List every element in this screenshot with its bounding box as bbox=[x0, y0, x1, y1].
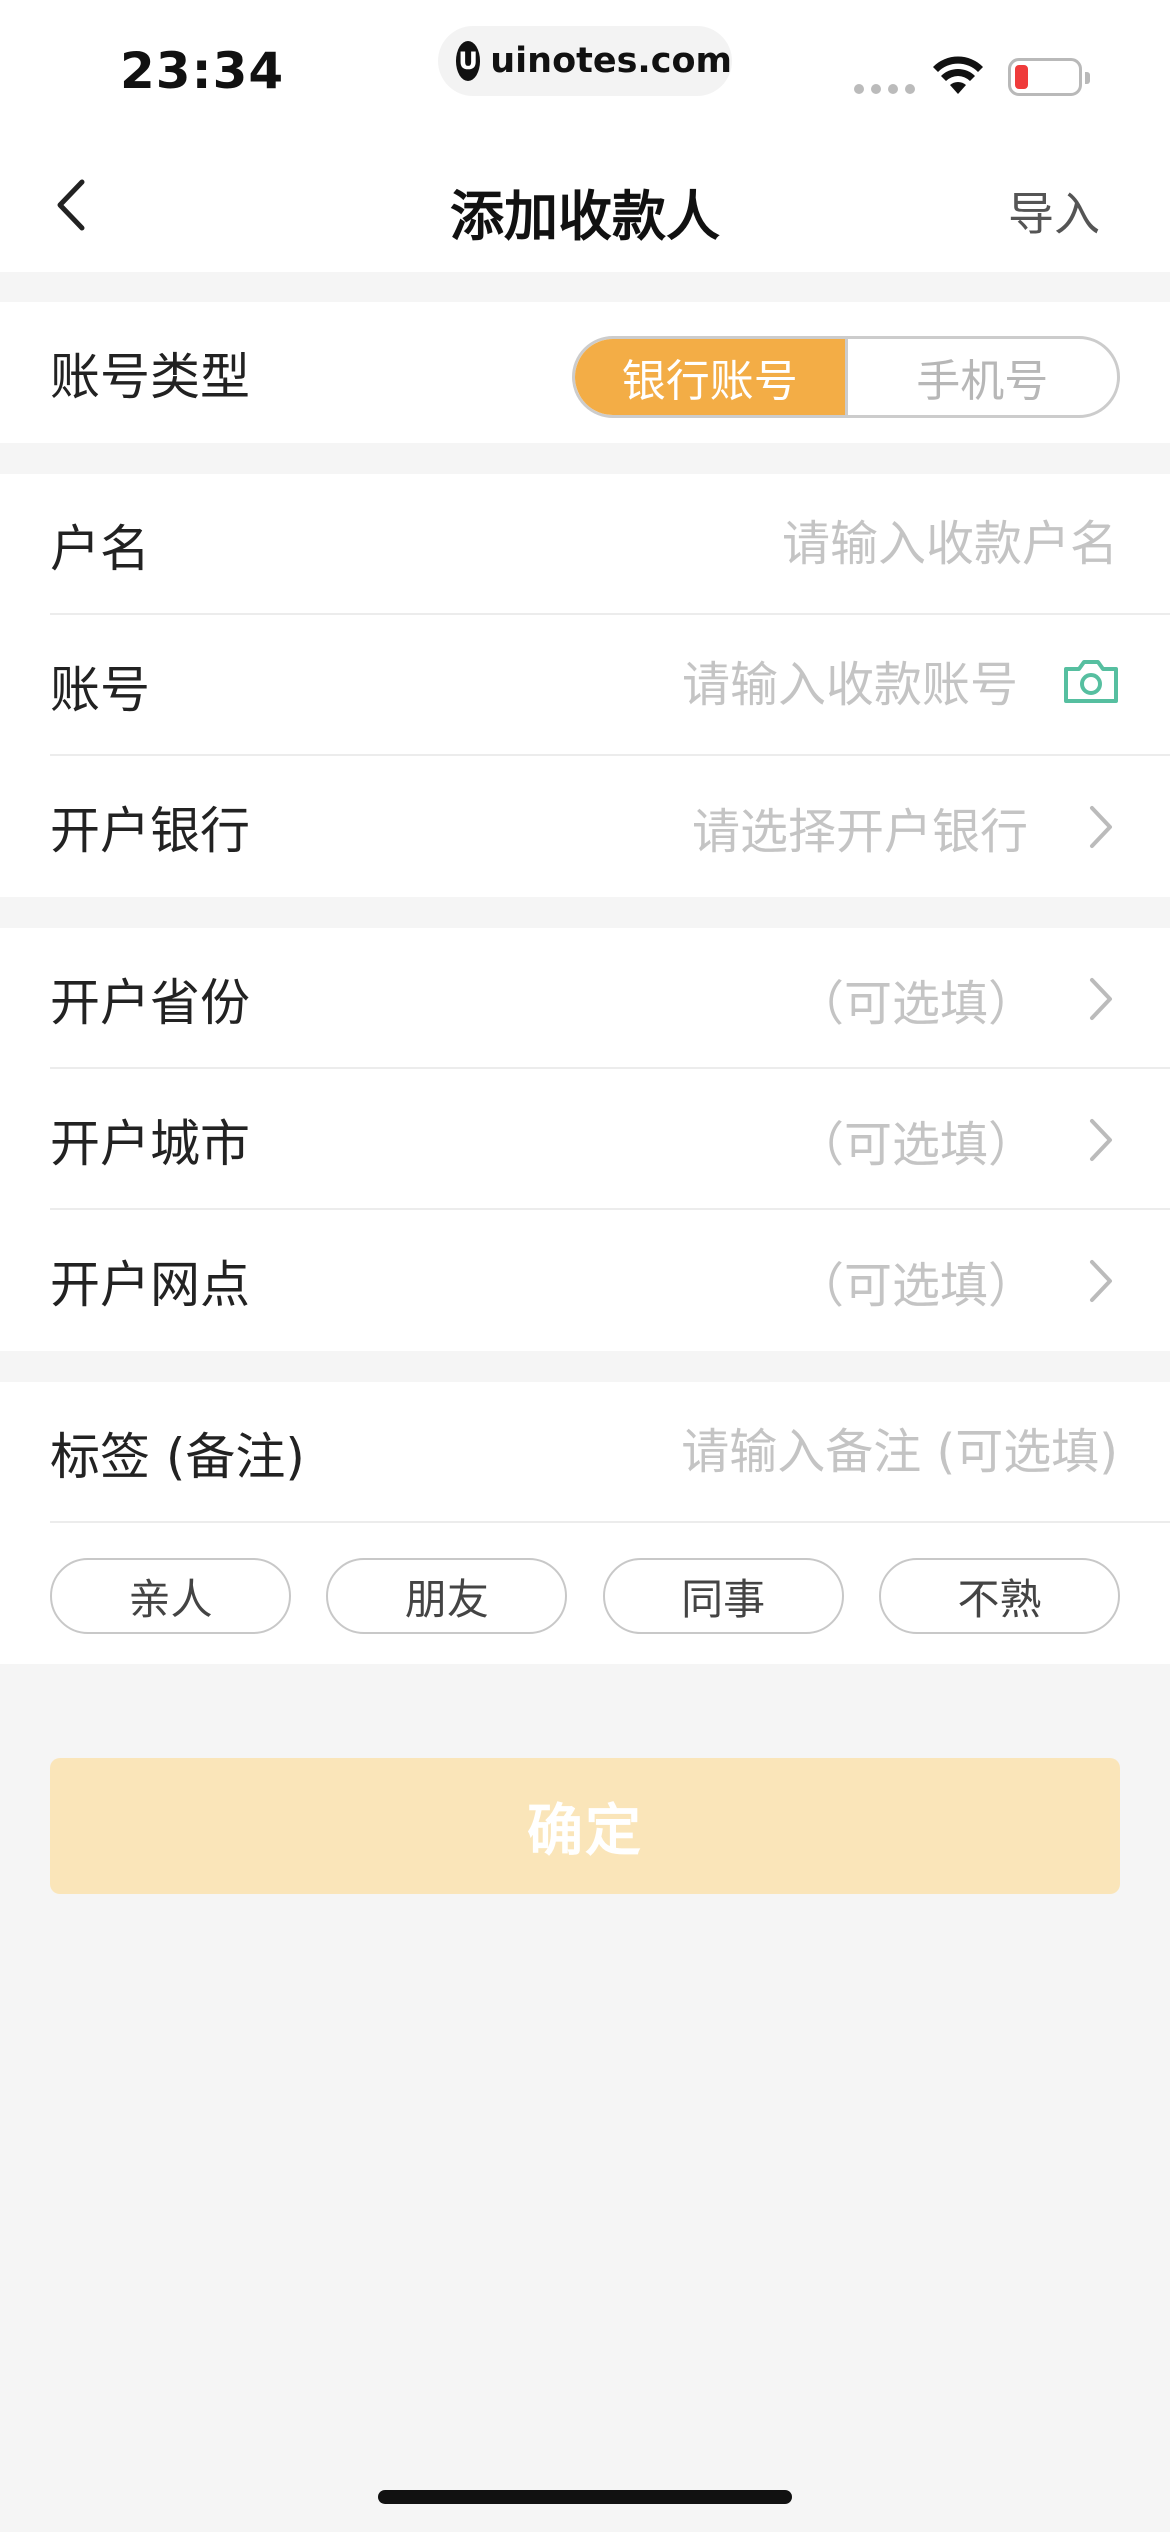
tag-row: 标签 (备注) bbox=[0, 1382, 1170, 1523]
bank-placeholder: 请选择开户银行 bbox=[691, 803, 1028, 860]
account-label: 账号 bbox=[50, 660, 150, 719]
tag-chip-friend[interactable]: 朋友 bbox=[326, 1558, 568, 1634]
cell-signal-icon bbox=[854, 84, 915, 94]
tag-chip-unfamiliar[interactable]: 不熟 bbox=[878, 1558, 1120, 1634]
bank-row[interactable]: 开户银行 请选择开户银行 bbox=[0, 756, 1170, 897]
segment-bank-account[interactable]: 银行账号 bbox=[575, 339, 845, 415]
segment-phone-number[interactable]: 手机号 bbox=[844, 339, 1118, 415]
battery-icon bbox=[1008, 58, 1090, 96]
city-placeholder: （可选填） bbox=[795, 1116, 1036, 1173]
wifi-icon bbox=[933, 56, 983, 94]
chevron-right-icon bbox=[1090, 978, 1112, 1020]
account-row: 账号 bbox=[0, 615, 1170, 756]
page-title: 添加收款人 bbox=[450, 185, 720, 248]
account-input[interactable] bbox=[360, 645, 1020, 725]
branch-label: 开户网点 bbox=[50, 1255, 250, 1314]
province-row[interactable]: 开户省份 （可选填） bbox=[0, 928, 1170, 1069]
chevron-right-icon bbox=[1090, 1260, 1112, 1302]
city-label: 开户城市 bbox=[50, 1114, 250, 1173]
province-placeholder: （可选填） bbox=[795, 975, 1036, 1032]
nav-bar: 添加收款人 导入 bbox=[0, 140, 1170, 272]
home-indicator bbox=[378, 2490, 792, 2504]
name-label: 户名 bbox=[50, 519, 150, 578]
province-label: 开户省份 bbox=[50, 973, 250, 1032]
payee-info-section: 户名 账号 开户银行 请选择开户银行 bbox=[0, 474, 1170, 897]
account-type-label: 账号类型 bbox=[50, 347, 250, 406]
tag-label: 标签 (备注) bbox=[50, 1427, 305, 1486]
account-type-row: 账号类型 银行账号 手机号 bbox=[0, 302, 1170, 443]
branch-row[interactable]: 开户网点 （可选填） bbox=[0, 1210, 1170, 1351]
url-text: uinotes.com bbox=[490, 41, 732, 81]
status-bar: 23:34 U uinotes.com bbox=[0, 0, 1170, 140]
branch-placeholder: （可选填） bbox=[795, 1257, 1036, 1314]
tag-chip-group: 亲人 朋友 同事 不熟 bbox=[50, 1558, 1120, 1634]
tag-chip-family[interactable]: 亲人 bbox=[50, 1558, 291, 1634]
import-button[interactable]: 导入 bbox=[1008, 178, 1100, 244]
url-pill[interactable]: U uinotes.com bbox=[438, 26, 732, 96]
account-type-section: 账号类型 银行账号 手机号 bbox=[0, 302, 1170, 443]
account-type-segmented-control: 银行账号 手机号 bbox=[572, 336, 1120, 418]
camera-icon[interactable] bbox=[1062, 657, 1120, 705]
name-input[interactable] bbox=[420, 504, 1120, 584]
city-row[interactable]: 开户城市 （可选填） bbox=[0, 1069, 1170, 1210]
location-section: 开户省份 （可选填） 开户城市 （可选填） 开户网点 （可选填） bbox=[0, 928, 1170, 1351]
chevron-right-icon bbox=[1090, 1119, 1112, 1161]
bank-label: 开户银行 bbox=[50, 801, 250, 860]
chevron-right-icon bbox=[1090, 806, 1112, 848]
site-logo-icon: U bbox=[456, 41, 481, 81]
tag-input[interactable] bbox=[460, 1412, 1120, 1492]
confirm-button[interactable]: 确定 bbox=[50, 1758, 1120, 1894]
name-row: 户名 bbox=[0, 474, 1170, 615]
status-time: 23:34 bbox=[120, 42, 285, 100]
tag-chip-colleague[interactable]: 同事 bbox=[602, 1558, 844, 1634]
